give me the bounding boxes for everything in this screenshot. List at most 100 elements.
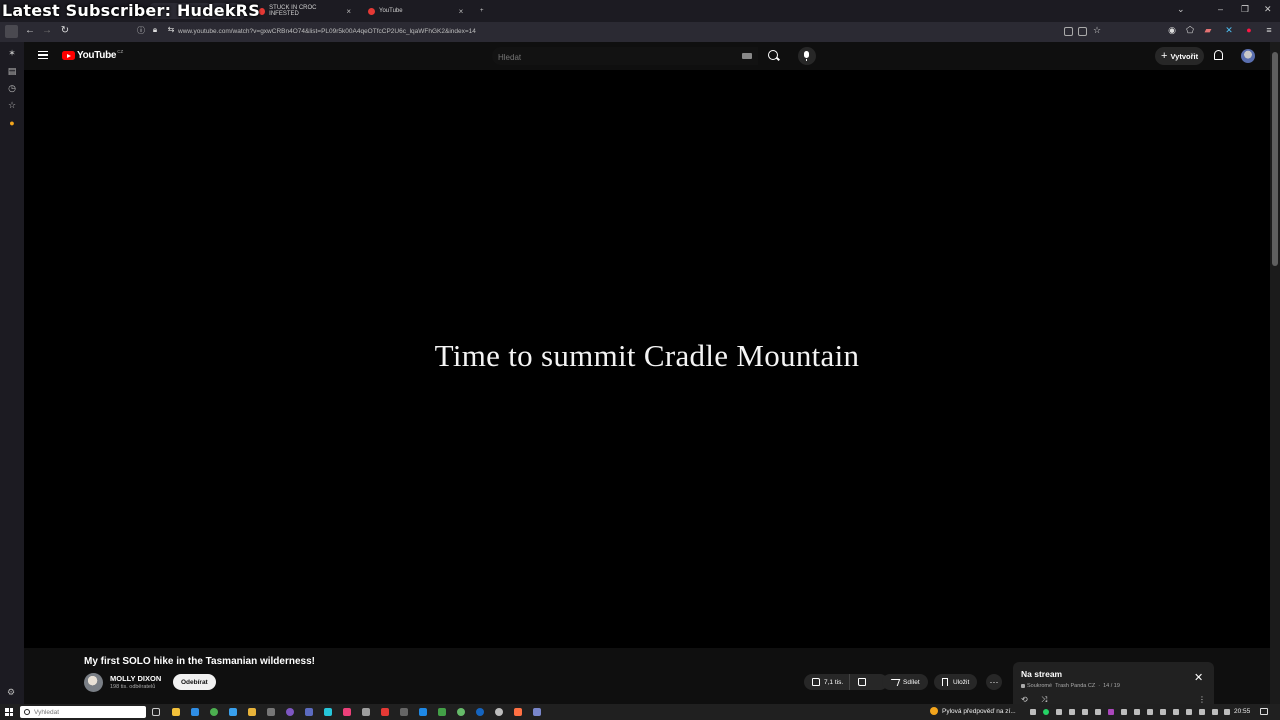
- notifications-bell-icon[interactable]: [1214, 50, 1223, 60]
- loop-icon[interactable]: ⟲: [1021, 695, 1028, 704]
- sidebar-settings-gear-icon[interactable]: ⚙: [7, 687, 15, 698]
- app-green-icon[interactable]: [438, 708, 446, 716]
- tray-icon-2[interactable]: [1056, 709, 1062, 715]
- voice-search-button[interactable]: [798, 47, 816, 65]
- taskbar-weather[interactable]: Pylová předpověď na zí...: [930, 707, 1016, 715]
- app-grey-icon[interactable]: [267, 708, 275, 716]
- tray-icon-1[interactable]: [1030, 709, 1036, 715]
- tray-icon-10[interactable]: [1160, 709, 1166, 715]
- app-indigo-icon[interactable]: [533, 708, 541, 716]
- tray-icon-3[interactable]: [1069, 709, 1075, 715]
- windows-start-icon[interactable]: [5, 708, 13, 716]
- close-tab-icon[interactable]: ×: [346, 7, 351, 16]
- lock-icon: [1021, 684, 1025, 688]
- tray-icon-7[interactable]: [1121, 709, 1127, 715]
- save-button[interactable]: Uložit: [934, 674, 978, 690]
- app-doc-icon[interactable]: [362, 708, 370, 716]
- obs-icon[interactable]: [495, 708, 503, 716]
- site-info-icon[interactable]: ⓘ: [134, 25, 148, 36]
- taskbar-search-input[interactable]: [34, 708, 134, 716]
- bookmarks-star-icon[interactable]: ☆: [7, 100, 17, 110]
- playlist-title[interactable]: Na stream: [1021, 669, 1062, 679]
- create-button[interactable]: + Vytvořit: [1155, 47, 1205, 65]
- share-button[interactable]: Sdílet: [882, 674, 928, 690]
- app-globe-icon[interactable]: [476, 708, 484, 716]
- reload-icon[interactable]: ↻: [58, 25, 72, 36]
- tab-list-chevron-icon[interactable]: ⌄: [1177, 4, 1185, 15]
- user-avatar[interactable]: [1241, 49, 1255, 63]
- ai-chat-icon[interactable]: ✶: [7, 48, 17, 58]
- telegram-icon[interactable]: [229, 708, 237, 716]
- tray-icon-9[interactable]: [1147, 709, 1153, 715]
- forward-arrow-icon[interactable]: →: [40, 25, 54, 36]
- search-input[interactable]: [492, 48, 712, 67]
- browser-tab-youtube[interactable]: YouTube ×: [362, 3, 470, 19]
- app-pink-icon[interactable]: [343, 708, 351, 716]
- subscribe-button[interactable]: Odebírat: [173, 674, 216, 690]
- like-button[interactable]: 7,1 tis.: [804, 674, 851, 690]
- app-shield-icon[interactable]: [381, 708, 389, 716]
- volume-icon[interactable]: [1199, 709, 1205, 715]
- channel-avatar[interactable]: [84, 673, 103, 692]
- youtube-logo[interactable]: YouTube CZ: [62, 49, 123, 61]
- hamburger-menu-icon[interactable]: [38, 51, 48, 59]
- app-yellow-icon[interactable]: [248, 708, 256, 716]
- close-playlist-icon[interactable]: ✕: [1194, 671, 1203, 684]
- picture-in-picture-icon[interactable]: [1078, 27, 1087, 36]
- app-purple-icon[interactable]: [286, 708, 294, 716]
- tray-icon-8[interactable]: [1134, 709, 1140, 715]
- account-icon[interactable]: ◉: [1165, 25, 1179, 36]
- app-cyan-icon[interactable]: [324, 708, 332, 716]
- tray-icon-6[interactable]: [1108, 709, 1114, 715]
- app-tool-icon[interactable]: [400, 708, 408, 716]
- address-bar-url[interactable]: www.youtube.com/watch?v=gxwCRBn4O74&list…: [178, 28, 476, 35]
- app-circle-icon[interactable]: [457, 708, 465, 716]
- reader-view-icon[interactable]: [1064, 27, 1073, 36]
- extensions-icon[interactable]: ⬠: [1183, 25, 1197, 36]
- taskbar-clock[interactable]: 20:55: [1234, 708, 1250, 715]
- app-menu-icon[interactable]: ≡: [1262, 25, 1276, 35]
- virtual-keyboard-icon[interactable]: [742, 53, 752, 59]
- close-tab-icon[interactable]: ×: [459, 7, 464, 16]
- mail-app-icon[interactable]: [191, 708, 199, 716]
- more-actions-button[interactable]: ···: [986, 674, 1002, 690]
- lock-icon[interactable]: 🔒︎: [148, 25, 162, 35]
- firefox-icon[interactable]: [514, 708, 522, 716]
- minimize-icon[interactable]: –: [1218, 4, 1223, 14]
- notification-center-icon[interactable]: [1260, 708, 1268, 715]
- language-icon[interactable]: [1212, 709, 1218, 715]
- dislike-button[interactable]: [850, 674, 874, 690]
- page-scrollbar[interactable]: [1270, 42, 1280, 704]
- extension-fox-icon[interactable]: ●: [7, 118, 17, 128]
- tray-icon-5[interactable]: [1095, 709, 1101, 715]
- playlist-more-icon[interactable]: ⋮: [1198, 695, 1206, 704]
- task-view-icon[interactable]: [152, 708, 160, 716]
- history-icon[interactable]: ◷: [7, 83, 17, 93]
- video-player[interactable]: Time to summit Cradle Mountain: [24, 70, 1270, 648]
- scrollbar-thumb[interactable]: [1272, 52, 1278, 266]
- playlist-owner[interactable]: Trash Panda CZ: [1055, 683, 1095, 689]
- extension-red-icon[interactable]: ▰: [1201, 25, 1215, 36]
- synced-tabs-icon[interactable]: ▤: [7, 66, 17, 76]
- permissions-icon[interactable]: ⇆: [164, 25, 178, 34]
- restore-icon[interactable]: ❐: [1241, 4, 1249, 15]
- browser-tab-croc[interactable]: STUCK IN CROC INFESTED ×: [253, 3, 357, 19]
- extension-blue-icon[interactable]: ✕: [1222, 25, 1236, 36]
- discord-icon[interactable]: [305, 708, 313, 716]
- search-icon[interactable]: [768, 50, 778, 60]
- extension-record-icon[interactable]: ●: [1242, 25, 1256, 35]
- tray-icon-4[interactable]: [1082, 709, 1088, 715]
- wifi-icon[interactable]: [1186, 709, 1192, 715]
- bookmark-star-icon[interactable]: ☆: [1090, 25, 1104, 36]
- sidebar-toggle-icon[interactable]: [5, 25, 18, 38]
- app-blue-icon[interactable]: [419, 708, 427, 716]
- back-arrow-icon[interactable]: ←: [23, 25, 37, 36]
- file-explorer-icon[interactable]: [172, 708, 180, 716]
- channel-name[interactable]: MOLLY DIXON: [110, 674, 161, 683]
- whatsapp-tray-icon[interactable]: [1043, 709, 1049, 715]
- battery-icon[interactable]: [1224, 709, 1230, 715]
- close-window-icon[interactable]: ✕: [1264, 4, 1272, 15]
- tray-icon-11[interactable]: [1173, 709, 1179, 715]
- new-tab-button[interactable]: +: [474, 3, 490, 19]
- chrome-icon[interactable]: [210, 708, 218, 716]
